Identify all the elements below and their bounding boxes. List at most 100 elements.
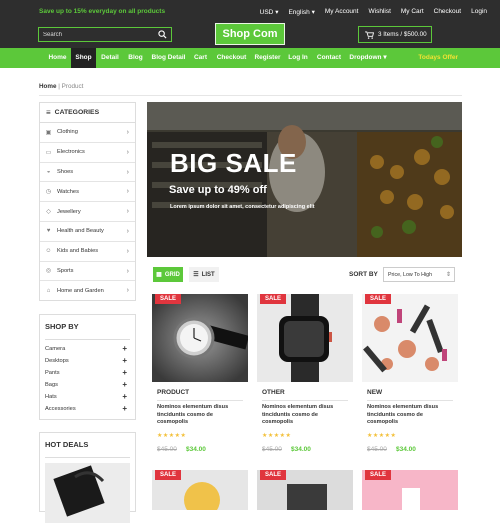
login-link[interactable]: Login — [471, 8, 487, 16]
shopby-camera[interactable]: Camera + — [45, 345, 127, 353]
nav-detail[interactable]: Detail — [97, 48, 123, 68]
checkout-link[interactable]: Checkout — [434, 8, 461, 16]
old-price: $45.00 — [367, 446, 387, 453]
nav-register[interactable]: Register — [251, 48, 284, 68]
nav-cart[interactable]: Cart — [190, 48, 211, 68]
shopby-desktops[interactable]: Desktops + — [45, 357, 127, 365]
menu-icon: ≡ — [46, 108, 51, 117]
search-input[interactable] — [43, 30, 153, 40]
product-card[interactable]: SALE PRODUCT Nominos elementum disus tin… — [152, 294, 248, 464]
main-nav: Home Shop Detail Blog Blog Detail Cart C… — [0, 48, 500, 68]
shopby-label: Hats — [45, 394, 57, 400]
plus-icon[interactable]: + — [122, 369, 127, 377]
sale-badge: SALE — [365, 470, 392, 480]
shopby-bags[interactable]: Bags + — [45, 381, 127, 389]
product-card[interactable]: SALE — [257, 470, 353, 510]
wishlist-link[interactable]: Wishlist — [368, 8, 390, 16]
list-view-button[interactable]: ☰ LIST — [189, 267, 219, 282]
plus-icon[interactable]: + — [122, 405, 127, 413]
nav-login[interactable]: Log In — [287, 48, 309, 68]
old-price: $45.00 — [157, 446, 177, 453]
language-select[interactable]: English ▾ — [288, 8, 314, 16]
shopby-hats[interactable]: Hats + — [45, 393, 127, 401]
cart-button[interactable]: 3 Items / $500.00 — [358, 26, 432, 43]
category-label: Jewellery — [57, 208, 81, 215]
search-icon[interactable] — [158, 30, 167, 39]
plus-icon[interactable]: + — [122, 345, 127, 353]
product-title[interactable]: Nominos elementum disus tinciduntis cosm… — [262, 404, 350, 427]
todays-offer-link[interactable]: Todays Offer — [418, 48, 458, 68]
diamond-icon: ◇ — [46, 209, 51, 216]
product-card[interactable]: SALE — [152, 470, 248, 510]
category-health-beauty[interactable]: ♥ Health and Beauty › — [40, 222, 135, 242]
list-label: LIST — [201, 271, 215, 278]
divider — [45, 339, 130, 340]
search-box[interactable] — [38, 27, 172, 42]
site-logo[interactable]: Shop Com — [215, 23, 285, 45]
breadcrumb-home[interactable]: Home — [39, 83, 57, 90]
heart-icon: ♥ — [46, 228, 51, 235]
product-image[interactable] — [362, 294, 458, 382]
nav-blog[interactable]: Blog — [124, 48, 147, 68]
baby-icon: ☺ — [45, 248, 52, 255]
sort-select[interactable]: Price, Low To High ⇕ — [383, 267, 455, 282]
price: $34.00 — [291, 446, 311, 453]
shopby-pants[interactable]: Pants + — [45, 369, 127, 377]
category-watches[interactable]: ◷ Watches › — [40, 182, 135, 203]
list-icon: ☰ — [193, 272, 199, 278]
product-title[interactable]: Nominos elementum disus tinciduntis cosm… — [367, 404, 455, 427]
category-clothing[interactable]: ▣ Clothing › — [40, 123, 135, 143]
shop-by-panel: SHOP BY Camera + Desktops + Pants + Bags + H… — [39, 314, 136, 420]
top-bar: Save up to 15% everyday on all products … — [0, 0, 500, 24]
category-kids-babies[interactable]: ☺ Kids and Babies › — [40, 242, 135, 262]
plus-icon[interactable]: + — [122, 381, 127, 389]
category-shoes[interactable]: ◒ Shoes › — [40, 163, 135, 183]
product-card[interactable]: SALE — [362, 470, 458, 510]
shopby-accessories[interactable]: Accessories + — [45, 405, 127, 413]
my-cart-link[interactable]: My Cart — [401, 8, 424, 16]
nav-home[interactable]: Home — [44, 48, 71, 68]
grid-view-button[interactable]: ▦ GRID — [153, 267, 183, 282]
currency-select[interactable]: USD ▾ — [260, 8, 279, 16]
category-electronics[interactable]: ▭ Electronics › — [40, 143, 135, 163]
category-sports[interactable]: ◎ Sports › — [40, 262, 135, 282]
nav-blog-detail[interactable]: Blog Detail — [148, 48, 189, 68]
chevron-right-icon: › — [126, 208, 129, 216]
watch-image — [152, 294, 248, 382]
grid-icon: ▦ — [156, 272, 162, 278]
nav-checkout[interactable]: Checkout — [215, 48, 248, 68]
currency-label: USD — [259, 9, 274, 16]
sale-badge: SALE — [260, 294, 287, 304]
product-image[interactable] — [257, 294, 353, 382]
plus-icon[interactable]: + — [122, 357, 127, 365]
promo-text: Save up to 15% everyday on all products — [39, 8, 166, 15]
product-title[interactable]: Nominos elementum disus tinciduntis cosm… — [157, 404, 245, 427]
category-home-garden[interactable]: ⌂ Home and Garden › — [40, 281, 135, 301]
chevron-updown-icon: ⇕ — [445, 272, 451, 278]
category-label: Electronics — [57, 149, 85, 156]
product-card[interactable]: SALE NEW Nominos elementum disus tincidu… — [362, 294, 458, 464]
cosmetics-image — [362, 294, 458, 382]
category-jewellery[interactable]: ◇ Jewellery › — [40, 202, 135, 222]
divider — [367, 400, 453, 401]
plus-icon[interactable]: + — [122, 393, 127, 401]
breadcrumb: Home | Product — [39, 83, 84, 90]
category-label: Kids and Babies — [57, 248, 99, 255]
product-image[interactable] — [152, 294, 248, 382]
nav-contact[interactable]: Contact — [314, 48, 344, 68]
categories-panel: ≡ CATEGORIES ▣ Clothing › ▭ Electronics › ◒ S… — [39, 102, 136, 301]
category-label: Sports — [57, 267, 74, 274]
nav-dropdown[interactable]: Dropdown ▾ — [347, 48, 389, 68]
chevron-right-icon: › — [126, 227, 129, 235]
star-rating: ★★★★★ — [367, 433, 397, 439]
category-label: Watches — [57, 188, 79, 195]
shoe-icon: ◒ — [46, 168, 51, 175]
nav-shop[interactable]: Shop — [71, 48, 96, 68]
star-rating: ★★★★★ — [157, 433, 187, 439]
shopby-label: Accessories — [45, 406, 76, 412]
hot-deal-image[interactable] — [45, 463, 130, 523]
category-label: Home and Garden — [57, 288, 104, 295]
product-card[interactable]: SALE OTHER Nominos elementum disus tinci… — [257, 294, 353, 464]
my-account-link[interactable]: My Account — [325, 8, 359, 16]
hero-banner[interactable]: BIG SALE Save up to 49% off Lorem ipsum … — [147, 102, 462, 257]
